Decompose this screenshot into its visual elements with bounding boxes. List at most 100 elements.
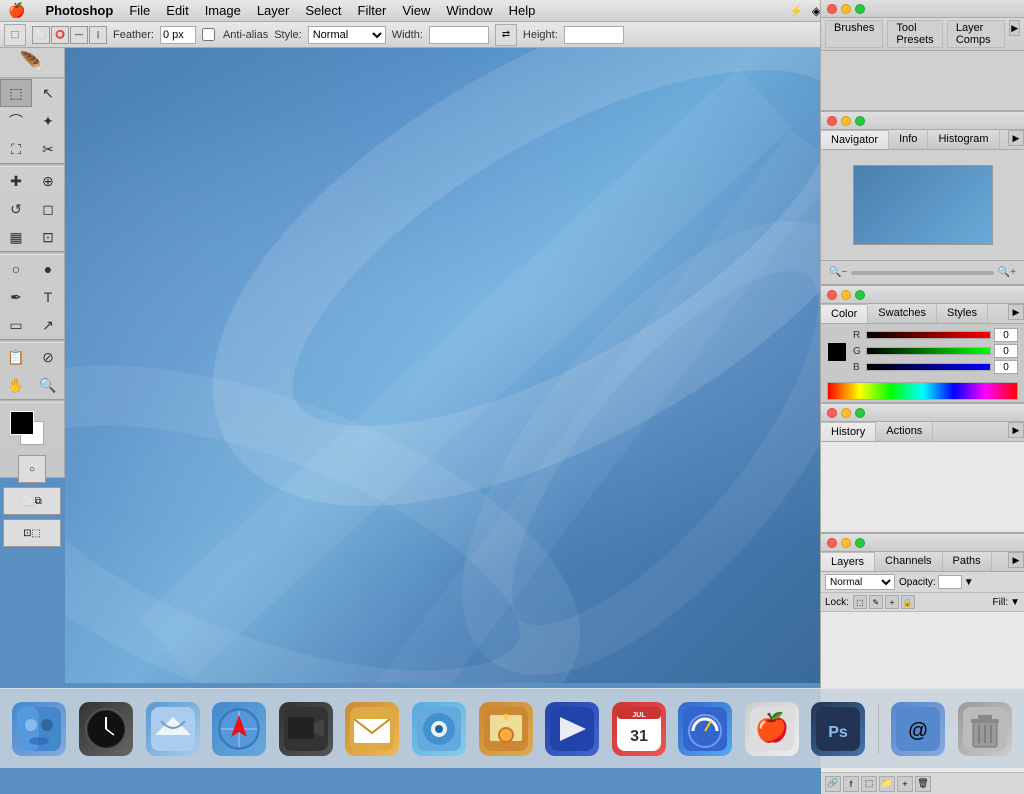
brushes-max[interactable] [855,4,865,14]
dock-facetime[interactable] [274,697,337,761]
move-tool[interactable]: ↖ [32,79,64,107]
dock-finder[interactable] [8,697,71,761]
lock-pixels[interactable]: ⬚ [853,595,867,609]
menu-select[interactable]: Select [297,3,349,18]
brushes-close[interactable] [827,4,837,14]
style-select[interactable]: Normal Fixed Ratio Fixed Size [308,26,386,44]
marquee-ellipse[interactable]: ⭕ [51,26,69,44]
b-value[interactable] [994,360,1018,374]
pen-tool[interactable]: ✒ [0,283,32,311]
opacity-arrow[interactable]: ▼ [964,577,974,588]
zoom-tool[interactable]: 🔍 [32,371,64,399]
view-mode-tools[interactable]: ⬜⧉ [3,487,61,515]
blend-mode-select[interactable]: Normal Multiply Screen [825,574,895,590]
dock-iphoto[interactable] [474,697,537,761]
foreground-color[interactable] [10,411,34,435]
dock-idvd[interactable] [541,697,604,761]
menu-window[interactable]: Window [438,3,500,18]
dock-trash[interactable] [953,697,1016,761]
magic-wand-tool[interactable]: ✦ [32,107,64,135]
lock-all[interactable]: + [885,595,899,609]
text-tool[interactable]: T [32,283,64,311]
dock-safari[interactable] [208,697,271,761]
tab-styles[interactable]: Styles [937,304,988,323]
nav-close[interactable] [827,116,837,126]
crop-tool[interactable]: ⛶ [0,135,32,163]
dock-mail[interactable] [341,697,404,761]
notes-tool[interactable]: 📋 [0,343,32,371]
link-layers-btn[interactable]: 🔗 [825,776,841,792]
tab-channels[interactable]: Channels [875,552,942,571]
history-max[interactable] [855,408,865,418]
dock-ical[interactable]: 31JUL [607,697,670,761]
lock-position[interactable]: ✎ [869,595,883,609]
layers-close[interactable] [827,538,837,548]
dock-mail-bird[interactable] [141,697,204,761]
layers-max[interactable] [855,538,865,548]
path-select-tool[interactable]: ↗ [32,311,64,339]
dock-photoshop[interactable]: Ps [807,697,870,761]
nav-max[interactable] [855,116,865,126]
tab-info[interactable]: Info [889,130,928,149]
swap-icon[interactable]: ⇄ [495,24,517,46]
history-brush-tool[interactable]: ↺ [0,195,32,223]
apple-menu[interactable]: 🍎 [8,2,25,19]
g-slider[interactable] [866,347,991,355]
feather-input[interactable] [160,26,196,44]
menu-image[interactable]: Image [197,3,249,18]
menu-filter[interactable]: Filter [350,3,395,18]
new-group-btn[interactable]: 📁 [879,776,895,792]
zoom-in-icon[interactable]: 🔍+ [998,267,1016,278]
screen-mode-tool[interactable]: ⊡⬚ [3,519,61,547]
history-close[interactable] [827,408,837,418]
dock-apple[interactable]: 🍎 [741,697,804,761]
layers-expand[interactable]: ▶ [1008,552,1024,568]
marquee-col[interactable]: | [89,26,107,44]
heal-tool[interactable]: ✚ [0,167,32,195]
lock-all2[interactable]: 🔒 [901,595,915,609]
dock-ispeed[interactable] [674,697,737,761]
tab-layers[interactable]: Layers [821,552,875,571]
eyedropper-tool[interactable]: ⊘ [32,343,64,371]
dodge-tool[interactable]: ○ [0,255,32,283]
clone-tool[interactable]: ⊕ [32,167,64,195]
r-value[interactable] [994,328,1018,342]
color-max[interactable] [855,290,865,300]
marquee-tool[interactable]: ⬚ [0,79,32,107]
add-style-btn[interactable]: f [843,776,859,792]
nav-zoom-slider[interactable] [851,271,993,275]
gradient-tool[interactable]: ▦ [0,223,32,251]
dock-itunes[interactable] [408,697,471,761]
color-expand[interactable]: ▶ [1008,304,1024,320]
paint-tool[interactable]: ⊡ [32,223,64,251]
lasso-tool[interactable]: ⌒ [0,107,32,135]
tab-color[interactable]: Color [821,304,868,323]
zoom-out-icon[interactable]: 🔍− [829,267,847,278]
fill-arrow[interactable]: ▼ [1010,597,1020,608]
b-slider[interactable] [866,363,991,371]
tab-navigator[interactable]: Navigator [821,130,889,149]
height-input[interactable] [564,26,624,44]
menu-photoshop[interactable]: Photoshop [37,3,121,18]
tab-presets[interactable]: Tool Presets [887,20,942,48]
layers-min[interactable] [841,538,851,548]
nav-min[interactable] [841,116,851,126]
dock-clock[interactable] [75,697,138,761]
menu-view[interactable]: View [394,3,438,18]
eraser-tool[interactable]: ◻ [32,195,64,223]
tab-actions[interactable]: Actions [876,422,933,441]
color-close[interactable] [827,290,837,300]
dock-mail2[interactable]: @ [887,697,950,761]
menu-layer[interactable]: Layer [249,3,298,18]
tab-histogram[interactable]: Histogram [928,130,999,149]
quick-mask-tool[interactable]: ○ [18,455,46,483]
color-foreground-swatch[interactable] [827,342,847,362]
canvas-area[interactable] [65,48,820,683]
brushes-expand[interactable]: ▶ [1009,20,1020,36]
tab-brushes[interactable]: Brushes [825,20,883,48]
tab-swatches[interactable]: Swatches [868,304,937,323]
burn-tool[interactable]: ● [32,255,64,283]
tab-history[interactable]: History [821,422,876,441]
add-mask-btn[interactable]: ⬚ [861,776,877,792]
history-expand[interactable]: ▶ [1008,422,1024,438]
